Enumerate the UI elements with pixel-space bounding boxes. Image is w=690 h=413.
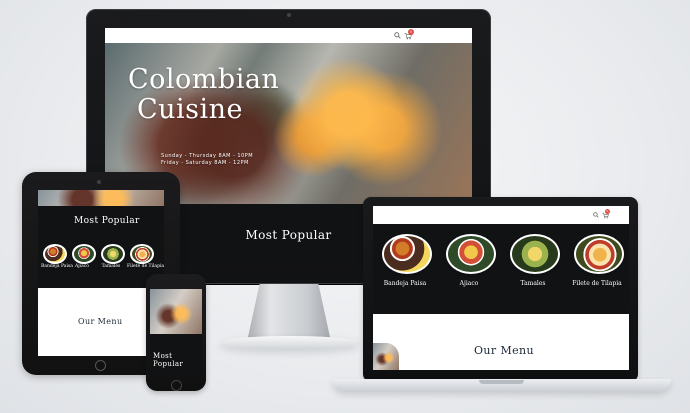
dish-label: Bandeja Paisa xyxy=(41,264,73,269)
dish-image xyxy=(574,234,624,274)
search-icon[interactable] xyxy=(394,32,401,39)
dish-label: Tamales xyxy=(101,264,121,269)
laptop-navbar: Home ⌄ Menus ⌄ Reservations About ⌄ Cont… xyxy=(373,206,629,229)
dish-image xyxy=(43,244,67,264)
dish-label: Ajiaco xyxy=(459,280,479,287)
cart-badge: 0 xyxy=(605,209,610,214)
hero-title-line1: Colombian xyxy=(128,64,280,95)
hero-title-line2: Cuisine xyxy=(136,94,244,125)
camera-icon xyxy=(287,13,291,17)
desktop-navbar: Home ⌄ Menus ⌄ Reservations About ⌄ Cont… xyxy=(105,28,472,49)
dish-label: Tamales xyxy=(520,280,546,287)
laptop-notch xyxy=(479,380,524,384)
phone-screen: Most Popular xyxy=(150,289,202,377)
monitor-stand-base xyxy=(219,336,360,350)
laptop-menu-title: Our Menu xyxy=(474,344,534,357)
dish-image xyxy=(382,234,432,274)
section-title: Most Popular xyxy=(245,228,332,242)
tablet-hero-strip xyxy=(38,190,164,206)
tablet-section-title: Most Popular xyxy=(74,216,140,226)
home-button-icon[interactable] xyxy=(171,380,182,391)
tablet-most-popular-section: Most Popular Bandeja Paisa Ajiaco Tamale… xyxy=(38,206,164,288)
home-button-icon[interactable] xyxy=(95,360,106,371)
laptop-most-popular-section: Bandeja Paisa Ajiaco Tamales Filete de T… xyxy=(373,224,629,314)
phone-hero-image xyxy=(150,289,202,334)
dish-image xyxy=(130,244,154,264)
hero-hours-line2: Friday - Saturday 8AM - 12PM xyxy=(161,160,249,166)
camera-icon xyxy=(97,180,101,184)
dish-image xyxy=(72,244,96,264)
phone-section-title: Most Popular xyxy=(153,352,184,368)
dish-image xyxy=(510,234,560,274)
dish-label: Filete de Tilapia xyxy=(127,264,164,269)
hero-hours-line1: Sunday - Thursday 8AM - 10PM xyxy=(161,153,254,159)
laptop-screen: Home ⌄ Menus ⌄ Reservations About ⌄ Cont… xyxy=(373,206,629,370)
dish-image xyxy=(446,234,496,274)
monitor-stand-neck xyxy=(247,284,331,339)
dish-label: Bandeja Paisa xyxy=(383,280,427,287)
dish-label: Filete de Tilapia xyxy=(572,280,622,287)
search-icon[interactable] xyxy=(593,212,599,218)
dish-image xyxy=(101,244,125,264)
dish-image xyxy=(373,343,399,370)
laptop-menu-section: Our Menu xyxy=(373,314,629,370)
dish-label: Ajiaco xyxy=(75,264,89,269)
tablet-menu-title: Our Menu xyxy=(78,317,123,326)
cart-badge: 0 xyxy=(408,29,414,35)
